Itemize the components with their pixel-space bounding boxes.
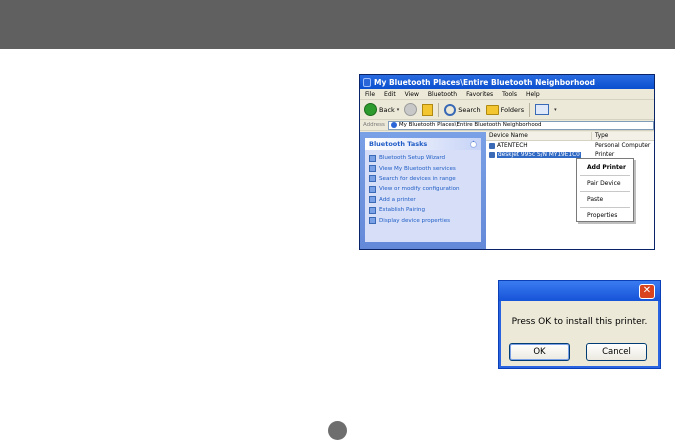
dialog-message: Press OK to install this printer. (511, 317, 648, 327)
task-setup-wizard[interactable]: Bluetooth Setup Wizard (369, 153, 477, 163)
folders-button[interactable]: Folders (485, 104, 525, 115)
back-label: Back (379, 105, 395, 114)
address-field[interactable]: My Bluetooth Places\Entire Bluetooth Nei… (387, 120, 654, 130)
chevron-down-icon[interactable]: ▾ (554, 107, 557, 113)
menu-separator (580, 175, 630, 176)
task-list: Bluetooth Setup Wizard View My Bluetooth… (365, 150, 481, 229)
views-icon[interactable] (535, 104, 550, 115)
device-type: Printer (595, 151, 615, 158)
window-content: Bluetooth Tasks ˄ Bluetooth Setup Wizard… (360, 132, 654, 249)
search-button[interactable]: Search (444, 103, 481, 116)
task-view-services[interactable]: View My Bluetooth services (369, 163, 477, 173)
bluetooth-explorer-window: My Bluetooth Places\Entire Bluetooth Nei… (359, 74, 655, 250)
address-value: My Bluetooth Places\Entire Bluetooth Nei… (398, 122, 542, 128)
menu-item-paste[interactable]: Paste (577, 194, 633, 205)
address-label: Address (363, 122, 385, 128)
device-name: ATENTECH (497, 142, 528, 149)
properties-icon (369, 217, 376, 225)
bluetooth-tasks-panel: Bluetooth Tasks ˄ Bluetooth Setup Wizard… (365, 138, 481, 242)
menu-view[interactable]: View (405, 91, 419, 98)
close-icon[interactable]: ✕ (639, 284, 655, 299)
search-devices-icon (369, 175, 376, 183)
list-header: Device Name Type (486, 132, 654, 141)
task-search-devices[interactable]: Search for devices in range (369, 174, 477, 184)
task-device-properties[interactable]: Display device properties (369, 215, 477, 225)
device-type: Personal Computer (595, 142, 651, 149)
search-label: Search (458, 105, 481, 114)
bluetooth-places-icon (363, 77, 371, 87)
up-folder-icon[interactable] (422, 103, 434, 116)
toolbar: Back ▾ Search Folders ▾ (360, 100, 654, 120)
menu-bluetooth[interactable]: Bluetooth (428, 91, 457, 98)
menu-item-add-printer[interactable]: Add Printer (577, 162, 633, 173)
install-printer-dialog: ✕ Press OK to install this printer. OK C… (498, 280, 661, 369)
menu-favorites[interactable]: Favorites (466, 91, 493, 98)
pairing-icon (369, 206, 376, 214)
collapse-icon[interactable]: ˄ (470, 140, 477, 148)
window-title: My Bluetooth Places\Entire Bluetooth Nei… (374, 77, 595, 87)
cancel-button[interactable]: Cancel (586, 343, 647, 361)
menu-item-properties[interactable]: Properties (577, 210, 633, 221)
column-device-name[interactable]: Device Name (486, 132, 592, 140)
header-bar (0, 0, 675, 49)
menu-bar: File Edit View Bluetooth Favorites Tools… (360, 89, 654, 100)
menu-tools[interactable]: Tools (502, 91, 517, 98)
menu-item-pair-device[interactable]: Pair Device (577, 178, 633, 189)
services-icon (369, 165, 376, 173)
forward-button[interactable] (404, 103, 418, 116)
menu-separator (580, 191, 630, 192)
search-icon (444, 103, 457, 116)
column-type[interactable]: Type (592, 132, 654, 140)
device-name: deskjet 995c S/N MY19E1C0 (497, 151, 581, 158)
bluetooth-tasks-header[interactable]: Bluetooth Tasks ˄ (365, 138, 481, 150)
configuration-icon (369, 185, 376, 193)
page-marker (328, 421, 347, 440)
folders-label: Folders (500, 105, 525, 114)
toolbar-separator (529, 102, 531, 117)
menu-help[interactable]: Help (526, 91, 540, 98)
back-button[interactable]: Back ▾ (364, 103, 399, 116)
chevron-down-icon: ▾ (396, 106, 400, 113)
window-title-bar: My Bluetooth Places\Entire Bluetooth Nei… (360, 75, 654, 89)
context-menu: Add Printer Pair Device Paste Properties (576, 158, 634, 222)
ok-button[interactable]: OK (509, 343, 570, 361)
dialog-title-bar: ✕ (499, 281, 660, 301)
address-bar: Address My Bluetooth Places\Entire Bluet… (360, 120, 654, 131)
task-add-printer[interactable]: Add a printer (369, 195, 477, 205)
task-view-configuration[interactable]: View or modify configuration (369, 184, 477, 194)
folder-icon (485, 104, 499, 115)
toolbar-separator (438, 102, 440, 117)
task-establish-pairing[interactable]: Establish Pairing (369, 205, 477, 215)
printer-icon (369, 196, 376, 204)
printer-icon (489, 151, 495, 158)
back-arrow-icon (364, 103, 377, 116)
computer-icon (489, 142, 495, 149)
wizard-icon (369, 154, 376, 162)
device-list: Device Name Type ATENTECH Personal Compu… (486, 132, 654, 249)
menu-file[interactable]: File (365, 91, 375, 98)
bluetooth-tasks-title: Bluetooth Tasks (369, 140, 428, 148)
bluetooth-icon (390, 122, 397, 128)
menu-edit[interactable]: Edit (384, 91, 396, 98)
task-pane: Bluetooth Tasks ˄ Bluetooth Setup Wizard… (360, 132, 486, 249)
list-item[interactable]: ATENTECH Personal Computer (486, 141, 654, 150)
menu-separator (580, 207, 630, 208)
